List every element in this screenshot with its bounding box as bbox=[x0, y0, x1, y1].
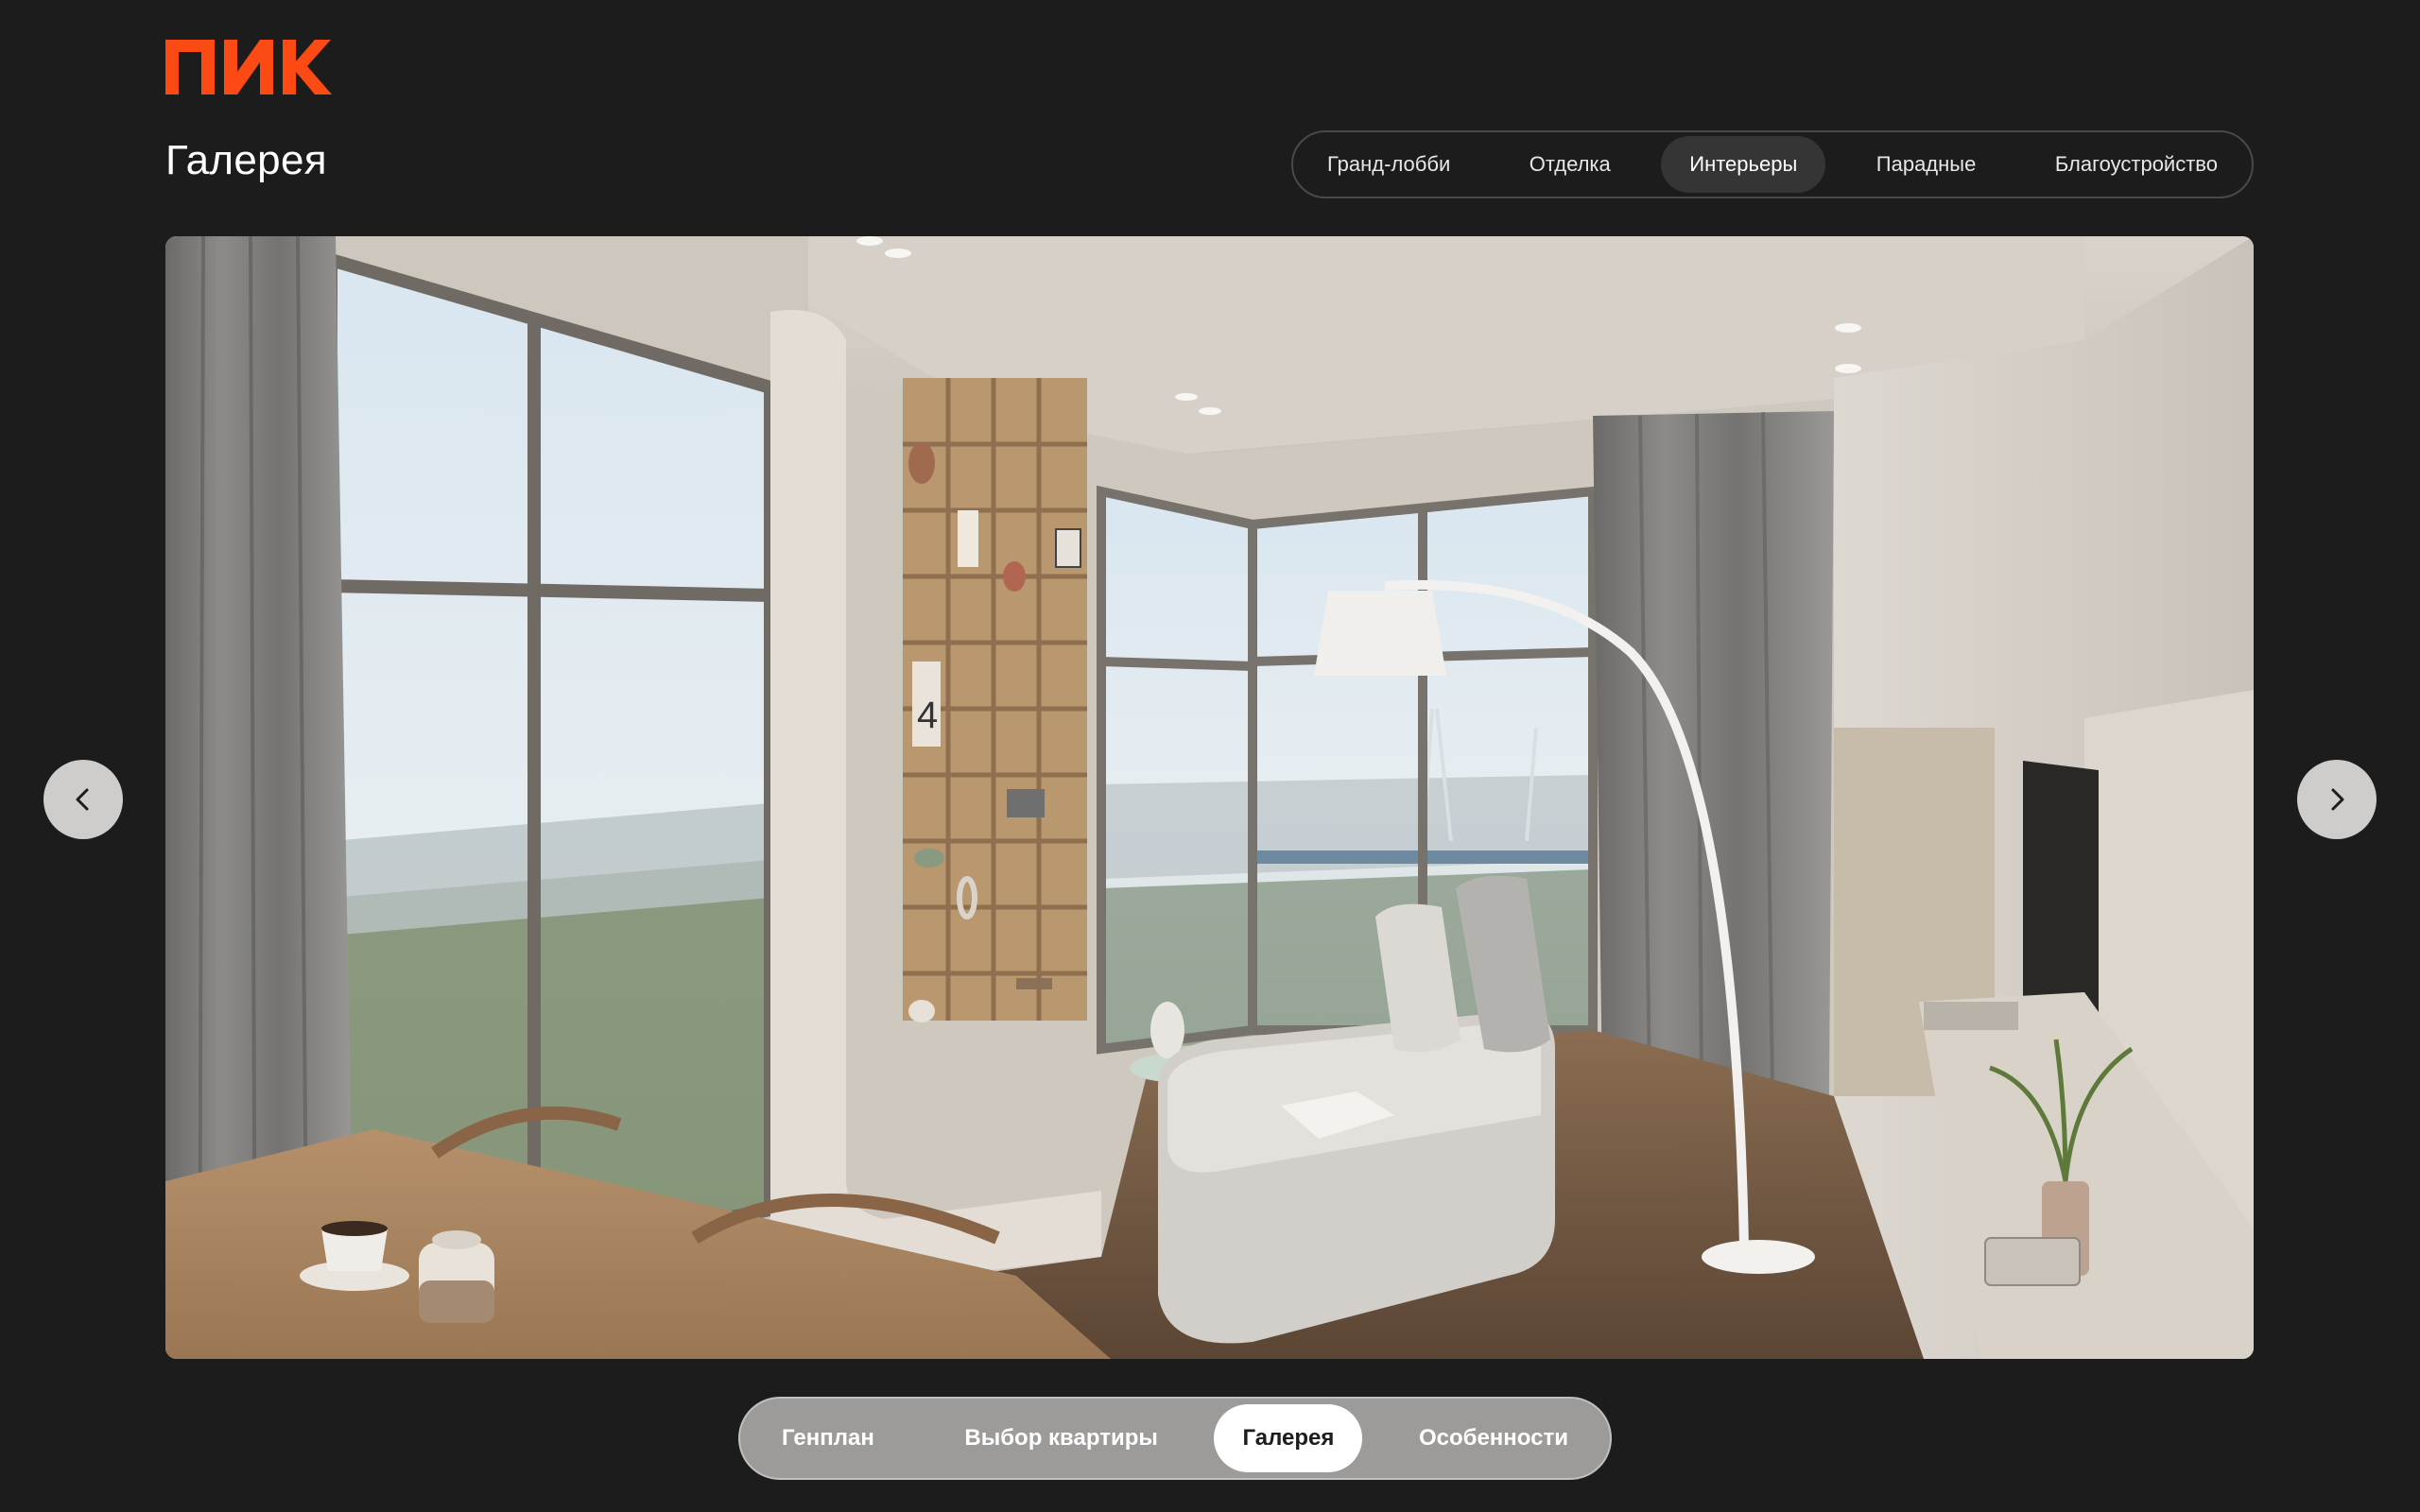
next-photo-button[interactable] bbox=[2297, 760, 2377, 839]
page-title: Галерея bbox=[165, 137, 327, 183]
section-tab-masterplan[interactable]: Генплан bbox=[748, 1404, 908, 1472]
section-tab-gallery[interactable]: Галерея bbox=[1214, 1404, 1363, 1472]
previous-photo-button[interactable] bbox=[43, 760, 123, 839]
tab-interiors[interactable]: Интерьеры bbox=[1661, 136, 1826, 193]
chevron-right-icon bbox=[2331, 788, 2344, 811]
section-tab-features[interactable]: Особенности bbox=[1385, 1404, 1602, 1472]
gallery-category-tabs: Гранд-лобби Отделка Интерьеры Парадные Б… bbox=[1291, 130, 2254, 198]
section-navigation: Генплан Выбор квартиры Галерея Особеннос… bbox=[738, 1397, 1612, 1480]
interior-image: 4 bbox=[165, 236, 2254, 1359]
tab-landscaping[interactable]: Благоустройство bbox=[2027, 136, 2246, 193]
tab-entrances[interactable]: Парадные bbox=[1848, 136, 2005, 193]
svg-text:4: 4 bbox=[917, 695, 938, 736]
gallery-photo[interactable]: 4 bbox=[165, 236, 2254, 1359]
chevron-left-icon bbox=[76, 788, 89, 811]
tab-grand-lobby[interactable]: Гранд-лобби bbox=[1299, 136, 1478, 193]
tab-finishing[interactable]: Отделка bbox=[1501, 136, 1639, 193]
pik-logo-mark bbox=[165, 40, 332, 94]
pik-logo[interactable] bbox=[165, 40, 332, 94]
section-tab-apartment-selection[interactable]: Выбор квартиры bbox=[930, 1404, 1191, 1472]
